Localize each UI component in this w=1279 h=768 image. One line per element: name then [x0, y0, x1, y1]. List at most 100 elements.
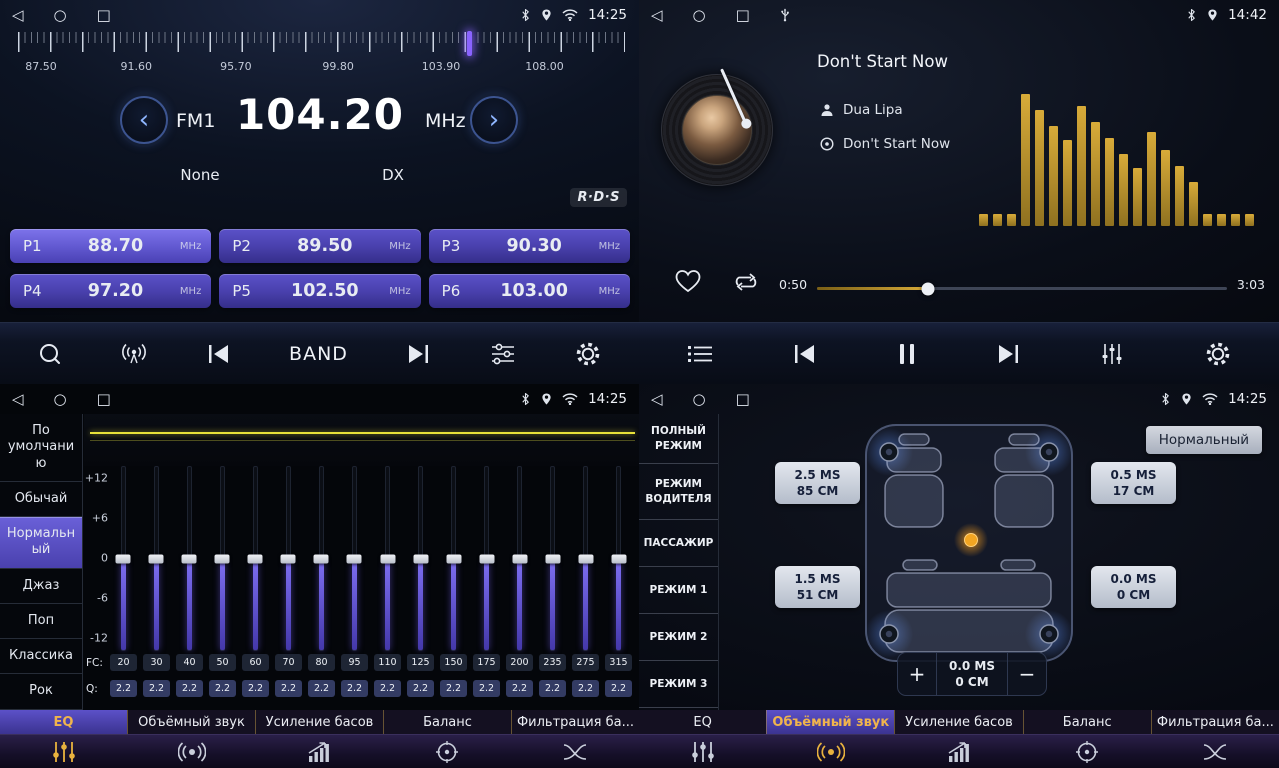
radio-preset-p5[interactable]: P5102.50MHz — [219, 274, 420, 308]
band-button[interactable]: BAND — [289, 343, 348, 365]
audio-tab-2[interactable]: Усиление басов — [894, 710, 1022, 734]
delay-increase-button[interactable]: + — [898, 653, 936, 695]
scan-button[interactable] — [37, 341, 63, 367]
tuner-settings-icon[interactable] — [489, 342, 517, 366]
filter-tab-icon[interactable] — [511, 735, 639, 768]
eq-tab-icon[interactable] — [0, 735, 128, 768]
eq-band-slider[interactable] — [476, 466, 498, 651]
radio-preset-p1[interactable]: P188.70MHz — [10, 229, 211, 263]
bass-boost-tab-icon[interactable] — [895, 735, 1023, 768]
settings-gear-button[interactable] — [1204, 340, 1232, 368]
eq-slider-thumb[interactable] — [182, 554, 197, 563]
nav-back-button[interactable]: ◁ — [12, 8, 24, 23]
playlist-button[interactable] — [686, 343, 714, 365]
surround-tab-icon[interactable] — [767, 735, 895, 768]
favorite-button[interactable] — [673, 268, 703, 294]
eq-band-slider[interactable] — [608, 466, 630, 651]
eq-slider-thumb[interactable] — [248, 554, 263, 563]
delay-rear-right[interactable]: 0.0 MS0 CM — [1091, 566, 1176, 608]
eq-slider-thumb[interactable] — [149, 554, 164, 563]
eq-slider-thumb[interactable] — [413, 554, 428, 563]
radio-preset-p6[interactable]: P6103.00MHz — [429, 274, 630, 308]
surround-mode-item[interactable]: РЕЖИМ ВОДИТЕЛЯ — [639, 464, 718, 520]
eq-slider-thumb[interactable] — [611, 554, 626, 563]
radio-preset-p4[interactable]: P497.20MHz — [10, 274, 211, 308]
nav-home-button[interactable]: ○ — [693, 392, 706, 407]
eq-slider-thumb[interactable] — [380, 554, 395, 563]
eq-slider-thumb[interactable] — [215, 554, 230, 563]
eq-slider-thumb[interactable] — [281, 554, 296, 563]
pause-button[interactable] — [897, 342, 917, 366]
eq-preset-item[interactable]: Нормальный — [0, 517, 82, 569]
eq-band-slider[interactable] — [211, 466, 233, 651]
previous-track-button[interactable] — [792, 343, 818, 365]
eq-band-slider[interactable] — [178, 466, 200, 651]
audio-tab-4[interactable]: Фильтрация ба... — [1151, 710, 1279, 734]
eq-band-slider[interactable] — [542, 466, 564, 651]
nav-back-button[interactable]: ◁ — [651, 8, 663, 23]
eq-slider-thumb[interactable] — [116, 554, 131, 563]
eq-band-slider[interactable] — [377, 466, 399, 651]
radio-preset-p3[interactable]: P390.30MHz — [429, 229, 630, 263]
nav-recents-button[interactable]: □ — [736, 8, 750, 23]
eq-slider-thumb[interactable] — [512, 554, 527, 563]
eq-slider-thumb[interactable] — [314, 554, 329, 563]
surround-mode-item[interactable]: ПОЛНЫЙ РЕЖИМ — [639, 414, 718, 464]
eq-band-slider[interactable] — [112, 466, 134, 651]
eq-band-slider[interactable] — [277, 466, 299, 651]
nav-recents-button[interactable]: □ — [736, 392, 750, 407]
nav-home-button[interactable]: ○ — [54, 8, 67, 23]
audio-tab-2[interactable]: Усиление басов — [255, 710, 383, 734]
eq-preset-item[interactable]: Обычай — [0, 482, 82, 517]
nav-back-button[interactable]: ◁ — [651, 392, 663, 407]
equalizer-button[interactable] — [1099, 342, 1125, 366]
surround-mode-item[interactable]: РЕЖИМ 3 — [639, 661, 718, 708]
eq-band-slider[interactable] — [145, 466, 167, 651]
seek-knob[interactable] — [921, 282, 934, 295]
next-station-button[interactable] — [405, 343, 431, 365]
tune-down-button[interactable]: ‹ — [120, 96, 168, 144]
eq-preset-item[interactable]: Джаз — [0, 569, 82, 604]
nav-back-button[interactable]: ◁ — [12, 392, 24, 407]
balance-tab-icon[interactable] — [383, 735, 511, 768]
balance-tab-icon[interactable] — [1023, 735, 1151, 768]
audio-tab-3[interactable]: Баланс — [1023, 710, 1151, 734]
nav-home-button[interactable]: ○ — [693, 8, 706, 23]
frequency-scale[interactable]: 87.5091.6095.7099.80103.90108.00 — [0, 30, 639, 80]
surround-preset-button[interactable]: Нормальный — [1146, 426, 1262, 454]
bass-boost-tab-icon[interactable] — [256, 735, 384, 768]
eq-band-slider[interactable] — [509, 466, 531, 651]
seek-bar[interactable] — [817, 282, 1227, 295]
delay-rear-left[interactable]: 1.5 MS51 CM — [775, 566, 860, 608]
audio-tab-0[interactable]: EQ — [0, 710, 127, 734]
surround-mode-item[interactable]: РЕЖИМ 1 — [639, 567, 718, 614]
eq-tab-icon[interactable] — [639, 735, 767, 768]
eq-slider-thumb[interactable] — [347, 554, 362, 563]
eq-preset-item[interactable]: Классика — [0, 639, 82, 674]
nav-recents-button[interactable]: □ — [97, 392, 111, 407]
eq-preset-item[interactable]: Поп — [0, 604, 82, 639]
eq-slider-thumb[interactable] — [545, 554, 560, 563]
eq-slider-thumb[interactable] — [446, 554, 461, 563]
eq-preset-item[interactable]: Рок — [0, 674, 82, 709]
audio-tab-1[interactable]: Объёмный звук — [766, 710, 894, 734]
surround-tab-icon[interactable] — [128, 735, 256, 768]
eq-slider-thumb[interactable] — [578, 554, 593, 563]
eq-band-slider[interactable] — [310, 466, 332, 651]
eq-band-slider[interactable] — [575, 466, 597, 651]
audio-tab-1[interactable]: Объёмный звук — [127, 710, 255, 734]
audio-tab-0[interactable]: EQ — [639, 710, 766, 734]
eq-band-slider[interactable] — [244, 466, 266, 651]
next-track-button[interactable] — [995, 343, 1021, 365]
radio-preset-p2[interactable]: P289.50MHz — [219, 229, 420, 263]
delay-front-left[interactable]: 2.5 MS85 CM — [775, 462, 860, 504]
delay-decrease-button[interactable]: − — [1008, 653, 1046, 695]
audio-tab-3[interactable]: Баланс — [383, 710, 511, 734]
nav-home-button[interactable]: ○ — [54, 392, 67, 407]
surround-mode-item[interactable]: РЕЖИМ 2 — [639, 614, 718, 661]
eq-band-slider[interactable] — [443, 466, 465, 651]
delay-front-right[interactable]: 0.5 MS17 CM — [1091, 462, 1176, 504]
surround-mode-item[interactable]: ПАССАЖИР — [639, 520, 718, 567]
filter-tab-icon[interactable] — [1151, 735, 1279, 768]
eq-preset-item[interactable]: По умолчанию — [0, 414, 82, 482]
